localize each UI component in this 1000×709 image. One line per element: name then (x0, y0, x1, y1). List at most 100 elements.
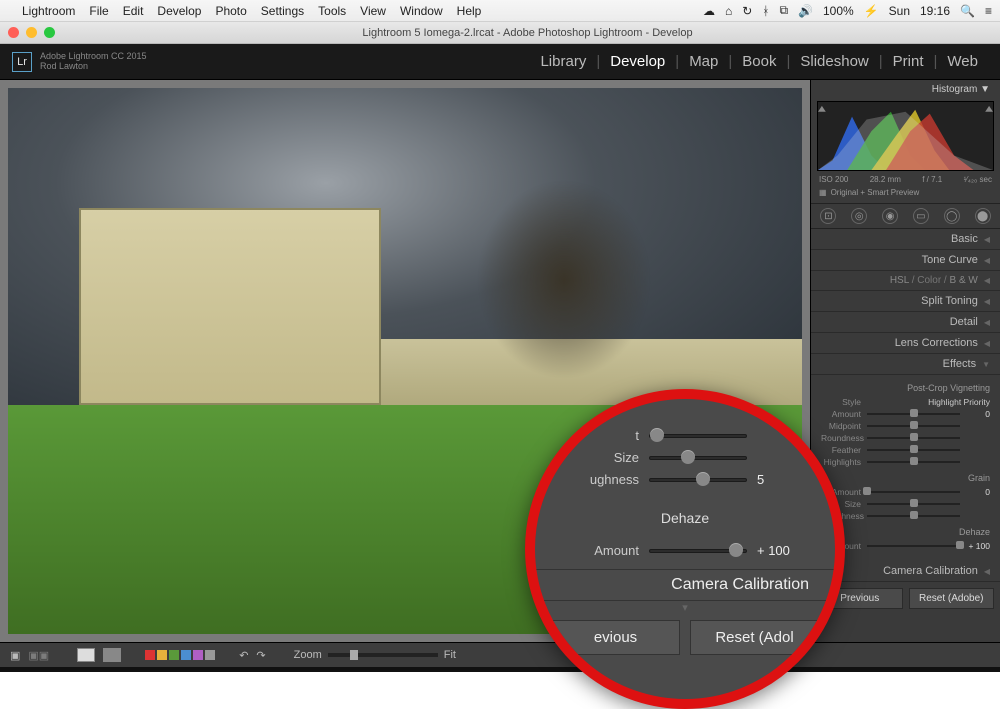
clock-time: 19:16 (920, 4, 950, 18)
vignette-style[interactable]: Style Highlight Priority (821, 397, 990, 407)
menu-app[interactable]: Lightroom (22, 4, 75, 18)
mag-reset-button[interactable]: Reset (Adol (690, 620, 819, 655)
dehaze-amount[interactable]: Amount+ 100 (821, 541, 990, 551)
color-green[interactable] (169, 650, 179, 660)
reset-button[interactable]: Reset (Adobe) (909, 588, 995, 609)
chevron-down-icon: ▼ (982, 360, 990, 369)
preview-mode[interactable]: ▦ Original + Smart Preview (811, 188, 1000, 203)
grain-size[interactable]: Size (821, 499, 990, 509)
grad-tool-icon[interactable]: ▭ (913, 208, 929, 224)
grain-roughness[interactable]: Roughness (821, 511, 990, 521)
vignette-roundness[interactable]: Roundness (821, 433, 990, 443)
clock-day: Sun (889, 4, 910, 18)
color-label-row (145, 650, 215, 660)
traffic-lights[interactable] (8, 27, 55, 38)
menu-file[interactable]: File (89, 4, 108, 18)
histogram[interactable] (817, 101, 994, 171)
vignette-amount[interactable]: Amount0 (821, 409, 990, 419)
dropbox-icon[interactable]: ⌂ (725, 4, 732, 18)
vignette-heading: Post-Crop Vignetting (821, 379, 990, 395)
color-yellow[interactable] (157, 650, 167, 660)
bluetooth-icon[interactable]: ᚼ (762, 4, 769, 18)
module-map[interactable]: Map (679, 53, 728, 70)
preview-icon: ▦ (819, 188, 827, 197)
menu-photo[interactable]: Photo (215, 4, 246, 18)
cloud-icon[interactable]: ☁ (703, 4, 715, 18)
panel-basic[interactable]: Basic◀ (811, 229, 1000, 250)
vignette-highlights[interactable]: Highlights (821, 457, 990, 467)
histogram-header[interactable]: Histogram ▼ (811, 80, 1000, 99)
vignette-midpoint[interactable]: Midpoint (821, 421, 990, 431)
develop-toolbar: ▣ ▣▣ ↶ ↷ Zoom Fit (0, 642, 1000, 672)
chevron-down-icon: ▼ (980, 84, 990, 95)
radial-tool-icon[interactable]: ◯ (944, 208, 960, 224)
menu-edit[interactable]: Edit (123, 4, 144, 18)
module-print[interactable]: Print (883, 53, 934, 70)
menu-settings[interactable]: Settings (261, 4, 304, 18)
module-picker: Library| Develop| Map| Book| Slideshow| … (530, 53, 988, 70)
redeye-tool-icon[interactable]: ◉ (882, 208, 898, 224)
compare-view-icon[interactable]: ▣▣ (28, 649, 49, 662)
volume-icon[interactable]: 🔊 (798, 4, 813, 18)
module-library[interactable]: Library (530, 53, 596, 70)
mag-dehaze-heading: Dehaze (535, 510, 835, 526)
menu-develop[interactable]: Develop (157, 4, 201, 18)
rotate-cw-icon[interactable]: ↷ (256, 649, 265, 662)
color-none[interactable] (205, 650, 215, 660)
user-name: Rod Lawton (40, 62, 147, 72)
notifications-icon[interactable]: ≡ (985, 4, 992, 18)
menu-view[interactable]: View (360, 4, 386, 18)
zoom-window-button[interactable] (44, 27, 55, 38)
crop-tool-icon[interactable]: ⊡ (820, 208, 836, 224)
module-slideshow[interactable]: Slideshow (790, 53, 878, 70)
app-topbar: Lr Adobe Lightroom CC 2015 Rod Lawton Li… (0, 44, 1000, 80)
flag-pick-icon[interactable] (77, 648, 95, 662)
panel-detail[interactable]: Detail◀ (811, 312, 1000, 333)
color-purple[interactable] (193, 650, 203, 660)
menu-tools[interactable]: Tools (318, 4, 346, 18)
panel-splittoning[interactable]: Split Toning◀ (811, 291, 1000, 312)
lightroom-logo-icon: Lr (12, 52, 32, 72)
wifi-icon[interactable]: ⧉ (779, 3, 788, 18)
mag-row-size[interactable]: Size (565, 450, 805, 465)
menu-window[interactable]: Window (400, 4, 443, 18)
vignette-feather[interactable]: Feather (821, 445, 990, 455)
dehaze-heading: Dehaze (821, 523, 990, 539)
module-web[interactable]: Web (937, 53, 988, 70)
panel-effects[interactable]: Effects▼ (811, 354, 1000, 375)
mag-dehaze-amount[interactable]: Amount + 100 (565, 543, 805, 558)
grain-amount[interactable]: Amount0 (821, 487, 990, 497)
grain-heading: Grain (821, 469, 990, 485)
flag-reject-icon[interactable] (103, 648, 121, 662)
window-title: Lightroom 5 Iomega-2.lrcat - Adobe Photo… (63, 27, 992, 39)
color-red[interactable] (145, 650, 155, 660)
zoom-slider[interactable] (328, 653, 438, 657)
loupe-view-icon[interactable]: ▣ (10, 649, 20, 662)
module-develop[interactable]: Develop (600, 53, 675, 70)
color-blue[interactable] (181, 650, 191, 660)
panel-hsl[interactable]: HSL / Color / B & W◀ (811, 271, 1000, 291)
mag-camera-cal[interactable]: Camera Calibration (535, 569, 835, 600)
brush-tool-icon[interactable]: ⬤ (975, 208, 991, 224)
macos-menubar: Lightroom File Edit Develop Photo Settin… (0, 0, 1000, 22)
local-tools-row: ⊡ ◎ ◉ ▭ ◯ ⬤ (811, 203, 1000, 229)
panel-lenscorr[interactable]: Lens Corrections◀ (811, 333, 1000, 354)
close-window-button[interactable] (8, 27, 19, 38)
mag-previous-button[interactable]: evious (551, 620, 680, 655)
mag-row-roughness[interactable]: ughness 5 (565, 472, 805, 487)
histogram-meta: ISO 200 28.2 mm f / 7.1 ¹⁄₄₂₀ sec (811, 175, 1000, 188)
menu-help[interactable]: Help (457, 4, 482, 18)
spotlight-icon[interactable]: 🔍 (960, 4, 975, 18)
tree-region (445, 143, 683, 416)
module-book[interactable]: Book (732, 53, 786, 70)
spot-tool-icon[interactable]: ◎ (851, 208, 867, 224)
panel-tonecurve[interactable]: Tone Curve◀ (811, 250, 1000, 271)
mag-row-amounttop[interactable]: t (565, 428, 805, 443)
zoom-label: Zoom (294, 649, 322, 661)
battery-icon: ⚡ (864, 4, 879, 18)
zoom-fit-label[interactable]: Fit (444, 649, 456, 661)
rotate-ccw-icon[interactable]: ↶ (239, 649, 248, 662)
sync-icon[interactable]: ↻ (742, 4, 752, 18)
magnifier-callout: t Size ughness 5 Dehaze Amount (525, 389, 845, 709)
minimize-window-button[interactable] (26, 27, 37, 38)
